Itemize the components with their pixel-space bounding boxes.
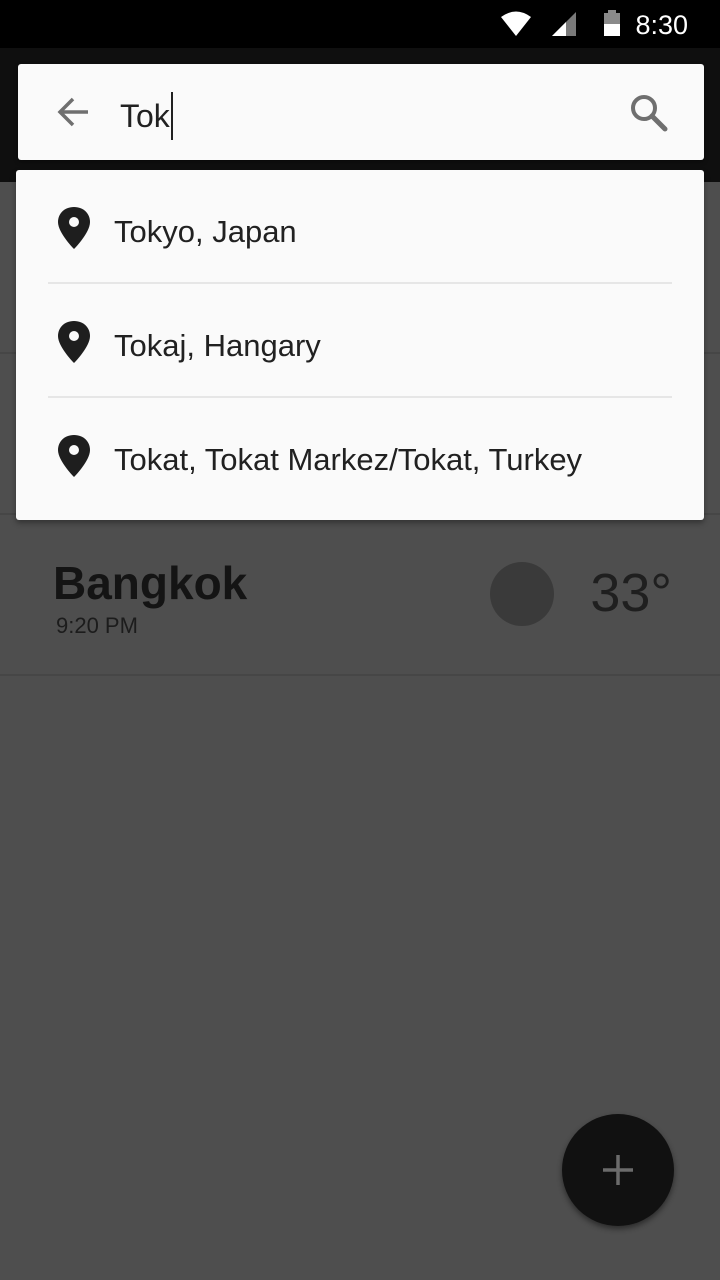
battery-icon xyxy=(604,10,620,36)
list-divider xyxy=(0,674,720,676)
status-time: 8:30 xyxy=(635,10,688,40)
cell-signal-icon xyxy=(552,12,576,36)
plus-icon xyxy=(603,1155,633,1185)
text-cursor xyxy=(170,92,173,140)
location-pin-icon xyxy=(58,321,90,363)
suggestion-item[interactable]: Tokaj, Hangary xyxy=(16,284,704,396)
suggestion-label: Tokat, Tokat Markez/Tokat, Turkey xyxy=(114,442,583,477)
suggestion-item[interactable]: Tokyo, Japan xyxy=(16,170,704,282)
suggestion-label: Tokaj, Hangary xyxy=(114,328,321,363)
city-temperature: 33° xyxy=(590,563,672,623)
city-local-time: 9:20 PM xyxy=(56,613,138,638)
search-bar: Tok xyxy=(18,64,704,160)
city-name: Bangkok xyxy=(53,557,248,609)
arrow-back-icon[interactable] xyxy=(54,92,94,132)
location-pin-icon xyxy=(58,207,90,249)
suggestion-label: Tokyo, Japan xyxy=(114,214,297,249)
search-icon[interactable] xyxy=(628,92,670,134)
search-input[interactable]: Tok xyxy=(120,92,173,140)
location-pin-icon xyxy=(58,435,90,477)
status-bar: 8:30 xyxy=(0,0,720,48)
suggestions-list: Tokyo, Japan Tokaj, Hangary Tokat, Tokat… xyxy=(16,170,704,520)
suggestion-item[interactable]: Tokat, Tokat Markez/Tokat, Turkey xyxy=(16,398,704,510)
add-city-button[interactable] xyxy=(562,1114,674,1226)
search-input-value: Tok xyxy=(120,98,170,134)
weather-icon xyxy=(490,562,554,626)
wifi-icon xyxy=(501,11,531,36)
